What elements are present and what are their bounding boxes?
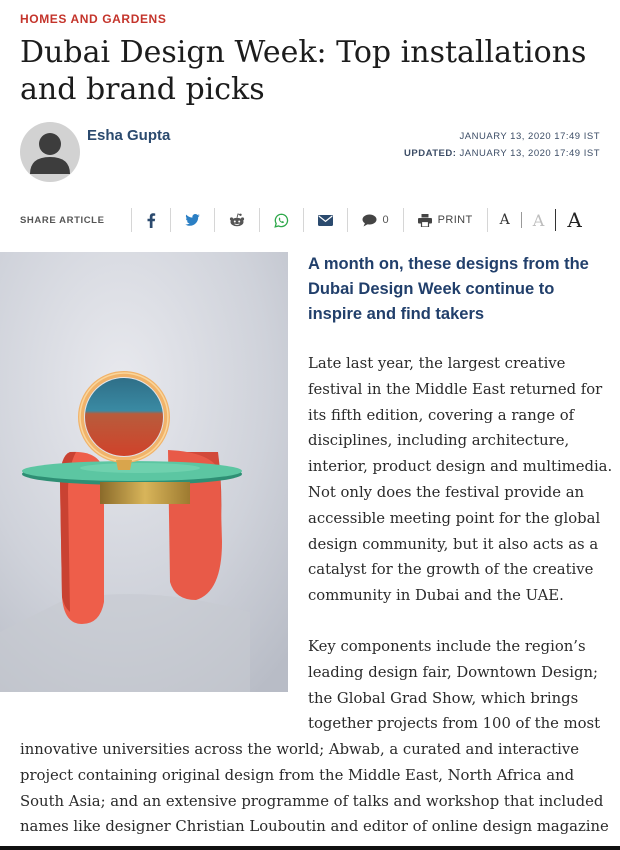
email-icon (317, 214, 333, 226)
divider (402, 208, 404, 232)
font-size-divider (520, 212, 522, 228)
whatsapp-share-button[interactable] (273, 213, 289, 228)
updated-value: JANUARY 13, 2020 17:49 IST (459, 148, 600, 159)
author-avatar[interactable] (20, 122, 80, 182)
comment-icon (362, 214, 377, 226)
facebook-icon (147, 212, 155, 228)
facebook-share-button[interactable] (146, 212, 156, 228)
font-size-small-button[interactable]: A (500, 212, 510, 228)
divider (258, 208, 260, 232)
divider (213, 208, 215, 232)
updated-label: UPDATED: (404, 148, 457, 159)
author-name[interactable]: Esha Gupta (87, 127, 170, 144)
article-subheading: A month on, these designs from the Dubai… (308, 255, 589, 323)
article-dates: JANUARY 13, 2020 17:49 IST UPDATED: JANU… (404, 128, 600, 162)
font-size-large-button[interactable]: A (567, 208, 581, 232)
avatar-placeholder-icon (30, 133, 70, 174)
print-icon (417, 213, 432, 227)
article-paragraph-continued: innovative universities across the world… (20, 741, 609, 836)
published-date: JANUARY 13, 2020 17:49 IST (459, 131, 600, 142)
vanity-table-photo (0, 252, 288, 692)
comments-count: 0 (382, 214, 389, 226)
divider (169, 208, 171, 232)
reddit-icon (229, 213, 244, 227)
comments-button[interactable]: 0 (362, 214, 389, 227)
print-label: PRINT (437, 214, 473, 226)
divider (302, 208, 304, 232)
email-share-button[interactable] (317, 214, 333, 226)
article-image[interactable] (0, 252, 288, 692)
article-headline: Dubai Design Week: Top installations and… (20, 35, 587, 107)
share-label: SHARE ARTICLE (20, 214, 105, 226)
twitter-share-button[interactable] (184, 214, 200, 226)
whatsapp-icon (273, 213, 288, 228)
print-button[interactable]: PRINT (417, 213, 473, 227)
reddit-share-button[interactable] (229, 213, 245, 227)
twitter-icon (184, 214, 200, 226)
divider (130, 208, 132, 232)
bottom-border (0, 846, 620, 850)
divider (346, 208, 348, 232)
section-kicker[interactable]: HOMES AND GARDENS (20, 12, 166, 26)
font-size-divider (555, 209, 557, 231)
divider (486, 208, 488, 232)
share-bar: SHARE ARTICLE 0 PRINT A A A (20, 205, 600, 235)
font-size-medium-button[interactable]: A (533, 211, 545, 230)
updated-date: UPDATED: JANUARY 13, 2020 17:49 IST (404, 145, 600, 162)
article-paragraph: Late last year, the largest creative fes… (308, 355, 613, 605)
article-paragraph: Key components include the region’s lead… (308, 638, 601, 733)
